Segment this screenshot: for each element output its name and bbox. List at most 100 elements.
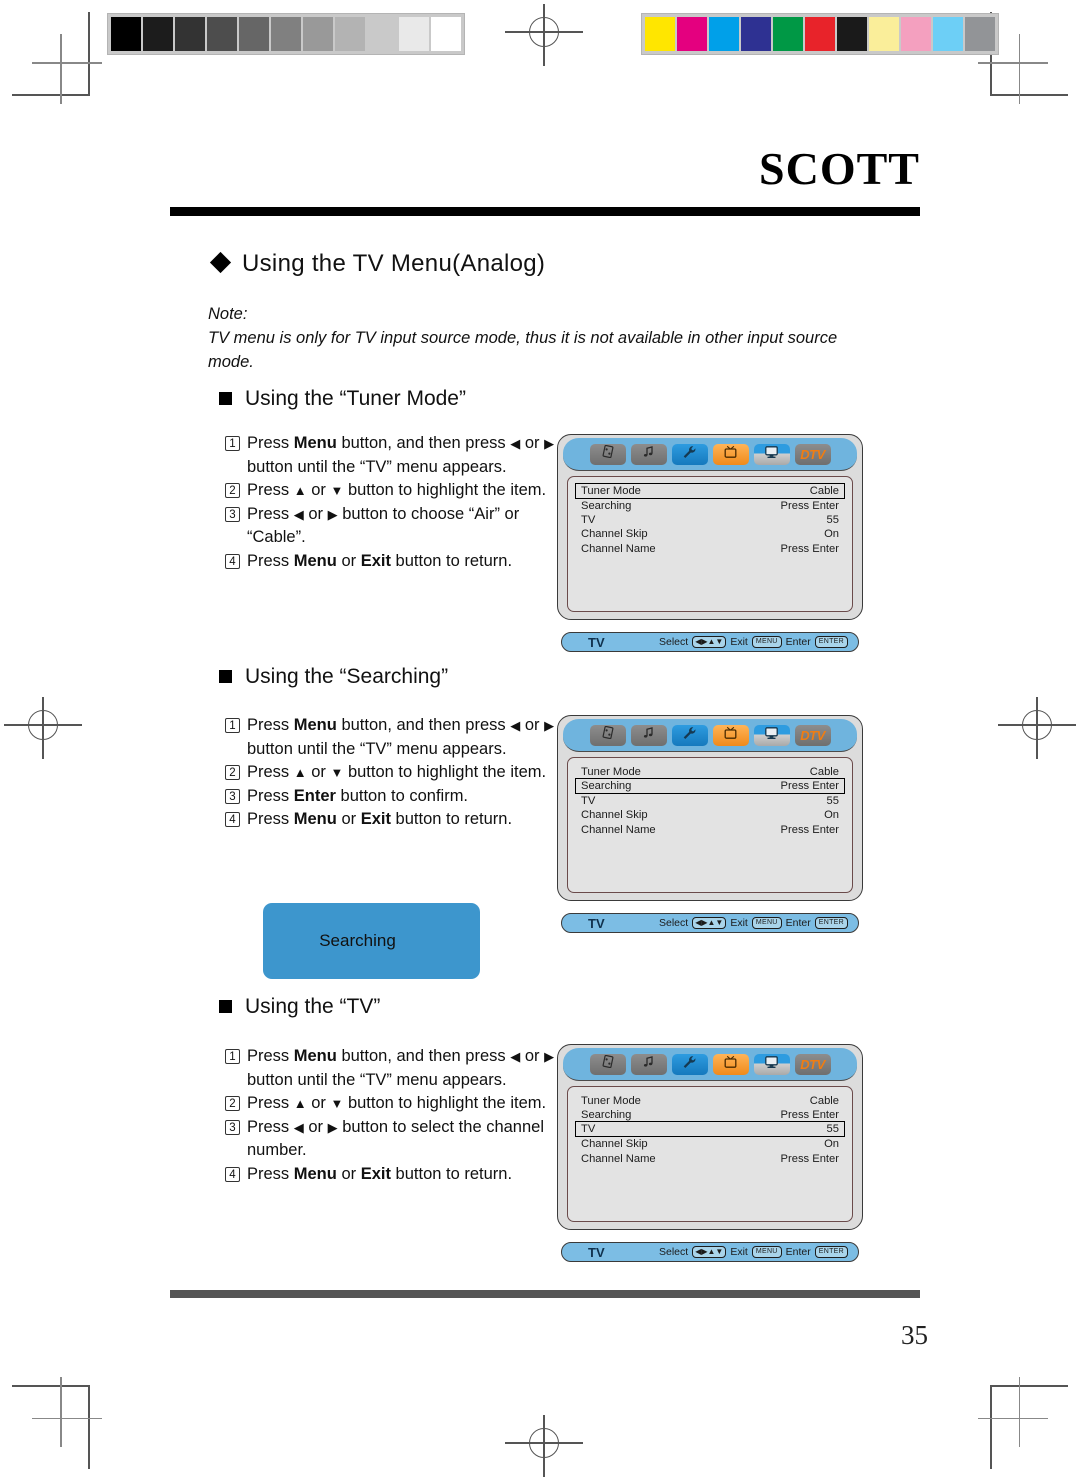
instruction-step: 3 Press ◀ or ▶ button to select the chann…	[225, 1116, 555, 1163]
osd-menu-row[interactable]: Tuner Mode Cable	[577, 1094, 843, 1108]
menu-key-icon: MENU	[751, 1246, 782, 1258]
picture-tab[interactable]	[589, 1053, 626, 1075]
audio-tab[interactable]	[630, 443, 667, 465]
calibration-swatch	[709, 17, 739, 51]
osd-menu-row[interactable]: Searching Press Enter	[577, 1108, 843, 1122]
square-bullet-icon	[219, 670, 232, 683]
dtv-icon: DTV	[800, 727, 825, 743]
setup-tab[interactable]	[671, 443, 708, 465]
tv-tab[interactable]	[712, 724, 749, 746]
enter-key-icon: ENTER	[814, 636, 848, 648]
osd-screenshot-tv: DTV Tuner Mode Cable Searching Press Enter TV…	[557, 1044, 863, 1262]
audio-tab[interactable]	[630, 1053, 667, 1075]
calibration-swatch	[677, 17, 707, 51]
instruction-step: 2 Press ▲ or ▼ button to highlight the it…	[225, 1092, 555, 1116]
osd-hint-group: Select ◀▶▲▼ Exit MENU Enter ENTER	[659, 917, 848, 929]
osd-menu-row[interactable]: Channel Skip On	[577, 1137, 843, 1151]
diamond-bullet-icon	[209, 251, 232, 274]
setup-tab[interactable]	[671, 1053, 708, 1075]
audio-tab[interactable]	[630, 724, 667, 746]
enter-key-icon: ENTER	[814, 1246, 848, 1258]
tv-tab[interactable]	[712, 443, 749, 465]
osd-menu-list: Tuner Mode Cable Searching Press Enter TV 55 C…	[567, 1086, 853, 1222]
step-text: Press ▲ or ▼ button to highlight the ite…	[247, 481, 547, 499]
step-number: 2	[225, 1096, 240, 1111]
step-number: 2	[225, 765, 240, 780]
tv-tab[interactable]	[712, 1053, 749, 1075]
picture-tab[interactable]	[589, 443, 626, 465]
calibration-swatch	[399, 17, 429, 51]
enter-key-icon: ENTER	[814, 917, 848, 929]
osd-source-label: TV	[588, 915, 605, 931]
osd-panel: DTV Tuner Mode Cable Searching Press Enter TV…	[557, 1044, 863, 1230]
osd-row-value: Cable	[809, 485, 839, 497]
registration-target-left	[4, 697, 82, 759]
monitor-icon	[764, 1055, 779, 1074]
osd-row-label: Searching	[581, 780, 632, 793]
osd-select-label: Select	[659, 1246, 689, 1258]
osd-menu-row[interactable]: Channel Skip On	[577, 808, 843, 822]
osd-select-label: Select	[659, 636, 689, 648]
display-tab[interactable]	[753, 1053, 790, 1075]
steps-tv: 1 Press Menu button, and then press ◀ or …	[225, 1045, 555, 1186]
osd-row-label: Channel Name	[581, 823, 656, 836]
step-text: Press Menu or Exit button to return.	[247, 551, 513, 570]
osd-menu-row[interactable]: TV 55	[577, 794, 843, 808]
monitor-icon	[764, 445, 779, 464]
osd-menu-row[interactable]: Searching Press Enter	[575, 778, 845, 795]
osd-exit-label: Exit	[730, 1246, 748, 1258]
menu-key-icon: MENU	[751, 636, 782, 648]
osd-row-value: On	[824, 809, 839, 822]
osd-menu-row[interactable]: TV 55	[577, 513, 843, 527]
instruction-step: 3 Press ◀ or ▶ button to choose “Air” or …	[225, 503, 555, 550]
setup-tab[interactable]	[671, 724, 708, 746]
television-icon	[723, 1055, 738, 1074]
osd-menu-row[interactable]: Tuner Mode Cable	[577, 765, 843, 779]
osd-menu-row[interactable]: Channel Name Press Enter	[577, 1152, 843, 1166]
osd-screenshot-searching: DTV Tuner Mode Cable Searching Press Enter TV…	[557, 715, 863, 933]
osd-menu-row[interactable]: Searching Press Enter	[577, 499, 843, 513]
osd-row-label: Channel Skip	[581, 1138, 648, 1151]
osd-menu-row[interactable]: TV 55	[575, 1121, 845, 1138]
step-text: Press Menu button, and then press ◀ or ▶…	[247, 434, 555, 476]
registration-target-right	[998, 697, 1076, 759]
step-number: 4	[225, 553, 240, 569]
picture-tab[interactable]	[589, 724, 626, 746]
osd-menu-row[interactable]: Channel Skip On	[577, 527, 843, 541]
osd-menu-row[interactable]: Tuner Mode Cable	[575, 483, 845, 499]
section-heading-searching: Using the “Searching”	[219, 665, 448, 689]
display-tab[interactable]	[753, 443, 790, 465]
osd-menu-row[interactable]: Channel Name Press Enter	[577, 542, 843, 556]
crop-mark-bottom-left	[12, 1369, 112, 1469]
step-number: 2	[225, 483, 240, 498]
calibration-swatch	[335, 17, 365, 51]
dpad-icon: ◀▶▲▼	[692, 917, 727, 929]
footer-rule	[170, 1290, 920, 1298]
dtv-tab[interactable]: DTV	[794, 443, 831, 465]
dtv-tab[interactable]: DTV	[794, 1053, 831, 1075]
instruction-step: 3 Press Enter button to confirm.	[225, 785, 555, 809]
dtv-tab[interactable]: DTV	[794, 724, 831, 746]
osd-select-label: Select	[659, 917, 689, 929]
osd-menu-row[interactable]: Channel Name Press Enter	[577, 823, 843, 837]
section-heading-tuner-mode: Using the “Tuner Mode”	[219, 387, 466, 411]
osd-source-label: TV	[588, 634, 605, 650]
note-block: Note: TV menu is only for TV input sourc…	[208, 302, 848, 374]
step-number: 3	[225, 788, 240, 804]
calibration-swatch	[901, 17, 931, 51]
searching-popup: Searching	[263, 903, 480, 979]
step-text: Press ▲ or ▼ button to highlight the ite…	[247, 763, 547, 781]
osd-exit-label: Exit	[730, 917, 748, 929]
grayscale-calibration-bar	[107, 13, 465, 55]
osd-row-label: TV	[581, 514, 596, 527]
dtv-icon: DTV	[800, 446, 825, 462]
wrench-icon	[682, 1055, 698, 1074]
display-tab[interactable]	[753, 724, 790, 746]
osd-row-label: Channel Skip	[581, 809, 648, 822]
instruction-step: 2 Press ▲ or ▼ button to highlight the it…	[225, 479, 555, 503]
step-text: Press ◀ or ▶ button to select the channe…	[247, 1117, 545, 1160]
calibration-swatch	[965, 17, 995, 51]
television-icon	[723, 445, 738, 464]
osd-row-value: Press Enter	[780, 500, 839, 513]
step-number: 3	[225, 506, 240, 522]
